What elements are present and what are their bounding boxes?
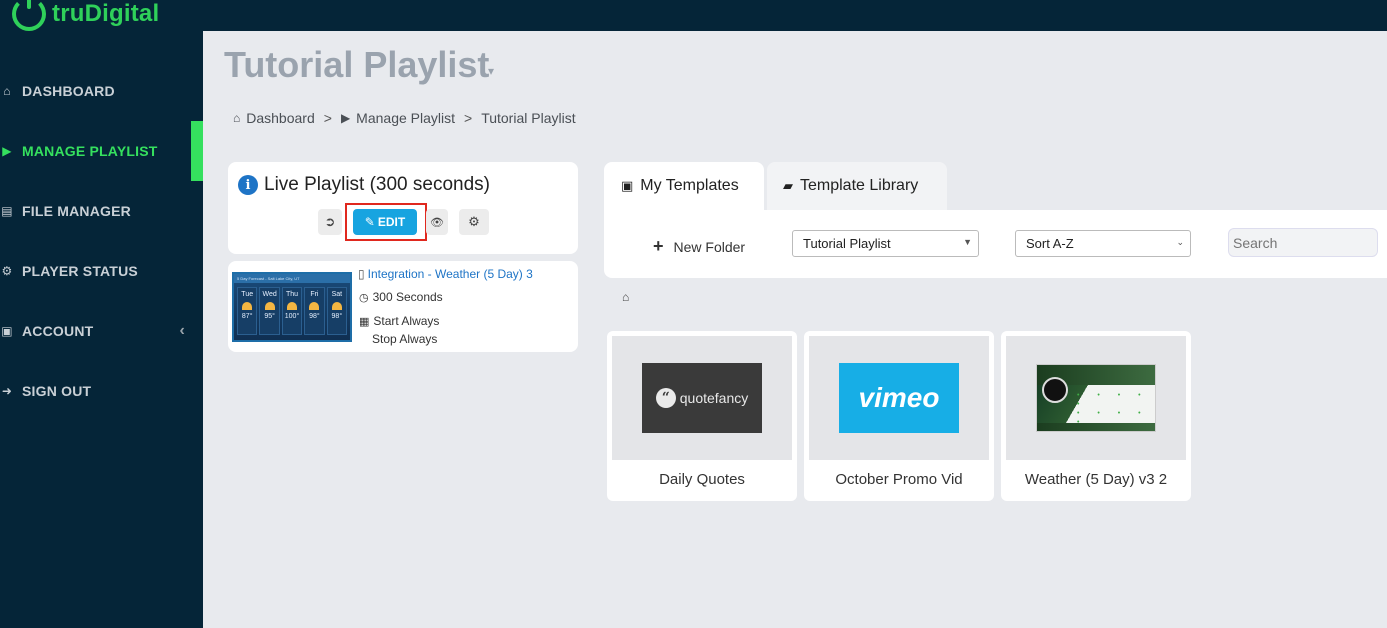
book-icon: ▰ [783, 178, 793, 193]
brand-name: truDigital [52, 0, 160, 27]
top-bar: truDigital [0, 0, 1387, 31]
template-tile-weather[interactable]: • • • • •• • • • • Weather (5 Day) v3 2 [1001, 331, 1191, 501]
playlist-item-thumbnail[interactable]: 5 Day Forecast - Salt Lake City, UT Tue 8… [232, 272, 352, 342]
forecast-day: Sat 98° [326, 287, 348, 335]
playlist-item-duration: ◷ 300 Seconds [359, 290, 443, 304]
playlist-item-start: ▦ Start Always [359, 314, 440, 328]
chevron-down-icon: ⌄ [1176, 237, 1184, 247]
live-playlist-card: i Live Playlist (300 seconds) ➲ ✎ EDIT 👁… [228, 162, 578, 254]
home-icon: ⌂ [233, 111, 241, 125]
tab-label: My Templates [640, 177, 739, 194]
back-icon: ➲ [324, 214, 336, 229]
sidebar-item-file-manager[interactable]: ▤ FILE MANAGER [0, 181, 203, 241]
thumbnail-header: 5 Day Forecast - Salt Lake City, UT [234, 274, 350, 283]
playlist-item-title-link[interactable]: ▯ Integration - Weather (5 Day) 3 [358, 267, 533, 281]
sun-icon [242, 302, 253, 310]
sun-icon [287, 302, 298, 310]
sort-select[interactable]: Sort A-Z ⌄ [1015, 230, 1191, 257]
clock-icon: ◷ [359, 291, 369, 304]
forecast-day: Tue 87° [237, 287, 258, 335]
new-folder-label: New Folder [673, 238, 746, 255]
sidebar-item-label: MANAGE PLAYLIST [22, 143, 158, 159]
gears-icon: ⚙ [468, 214, 480, 229]
sidebar-item-player-status[interactable]: ⚙ PLAYER STATUS [0, 241, 203, 301]
file-icon: ▤ [1, 204, 13, 218]
sun-icon [331, 302, 342, 310]
file-icon: ▯ [358, 267, 365, 281]
sidebar-item-manage-playlist[interactable]: ▶ MANAGE PLAYLIST [0, 121, 203, 181]
folder-select[interactable]: Tutorial Playlist ▼ [792, 230, 979, 257]
live-playlist-title-text: Live Playlist (300 seconds) [264, 174, 490, 195]
plus-icon: + [653, 236, 664, 256]
folder-home-icon[interactable]: ⌂ [622, 290, 629, 304]
template-thumbnail-area: • • • • •• • • • • [1006, 336, 1186, 460]
play-icon: ▶ [2, 144, 12, 158]
edit-label: EDIT [377, 215, 406, 229]
settings-button[interactable]: ⚙ [459, 209, 489, 235]
caret-down-icon[interactable]: ▾ [488, 64, 494, 78]
quotefancy-logo: “ quotefancy [642, 363, 762, 433]
forecast-day: Thu 100° [281, 287, 303, 335]
breadcrumb: ⌂ Dashboard > ▶ Manage Playlist > Tutori… [233, 110, 576, 126]
sidebar-item-label: FILE MANAGER [22, 203, 131, 219]
template-thumbnail-area: “ quotefancy [612, 336, 792, 460]
playlist-item-title: Integration - Weather (5 Day) 3 [367, 267, 533, 281]
sidebar-item-label: DASHBOARD [22, 83, 115, 99]
preview-button[interactable]: 👁 [426, 209, 448, 235]
chevron-left-icon[interactable]: ‹ [179, 322, 185, 340]
forecast-day: Fri 98° [304, 287, 325, 335]
edit-icon: ✎ [364, 215, 375, 229]
back-button[interactable]: ➲ [318, 209, 342, 235]
breadcrumb-manage-playlist[interactable]: Manage Playlist [356, 110, 455, 126]
sidebar-item-label: ACCOUNT [22, 323, 94, 339]
playlist-item-card: 5 Day Forecast - Salt Lake City, UT Tue 8… [228, 261, 578, 352]
play-icon: ▶ [340, 111, 351, 125]
brand-logo[interactable]: truDigital [12, 0, 159, 32]
templates-toolbar: + New Folder Tutorial Playlist ▼ Sort A-… [604, 210, 1387, 278]
template-label: Weather (5 Day) v3 2 [1024, 471, 1168, 488]
calendar-icon: ▦ [359, 315, 370, 328]
sidebar-item-account[interactable]: ▣ ACCOUNT ‹ [0, 301, 203, 361]
template-tile-october-promo[interactable]: vimeo October Promo Vid [804, 331, 994, 501]
vimeo-logo: vimeo [839, 363, 959, 433]
playlist-item-stop: Stop Always [372, 332, 438, 346]
template-tile-daily-quotes[interactable]: “ quotefancy Daily Quotes [607, 331, 797, 501]
power-icon [12, 0, 46, 31]
breadcrumb-separator: > [323, 110, 332, 126]
forecast-day: Wed 95° [259, 287, 280, 335]
template-label: October Promo Vid [835, 471, 963, 488]
tab-template-library[interactable]: ▰ Template Library [767, 162, 947, 210]
sign-out-icon: ➜ [1, 384, 13, 398]
template-thumbnail-area: vimeo [809, 336, 989, 460]
cogs-icon: ⚙ [1, 264, 13, 278]
breadcrumb-dashboard[interactable]: Dashboard [246, 110, 315, 126]
template-label: Daily Quotes [659, 471, 745, 488]
breadcrumb-current: Tutorial Playlist [481, 110, 576, 126]
sidebar: ⌂ DASHBOARD ▶ MANAGE PLAYLIST ▤ FILE MAN… [0, 31, 203, 628]
sun-icon [264, 302, 275, 310]
tab-label: Template Library [800, 177, 919, 194]
page-title[interactable]: Tutorial Playlist [224, 44, 489, 86]
home-icon: ⌂ [3, 84, 11, 98]
sun-icon [309, 302, 320, 310]
caret-down-icon: ▼ [963, 237, 972, 247]
new-folder-button[interactable]: + New Folder [653, 236, 745, 257]
briefcase-icon: ▣ [1, 324, 13, 338]
sidebar-item-label: SIGN OUT [22, 383, 92, 399]
tab-my-templates[interactable]: ▣ My Templates [604, 162, 764, 210]
edit-button[interactable]: ✎ EDIT [353, 209, 417, 235]
sidebar-item-dashboard[interactable]: ⌂ DASHBOARD [0, 61, 203, 121]
briefcase-icon: ▣ [621, 178, 634, 193]
search-input[interactable] [1228, 228, 1378, 257]
info-icon: i [238, 175, 258, 195]
sidebar-item-label: PLAYER STATUS [22, 263, 138, 279]
live-playlist-title: i Live Playlist (300 seconds) [238, 174, 490, 196]
breadcrumb-separator: > [464, 110, 473, 126]
weather-thumbnail: • • • • •• • • • • [1036, 364, 1156, 432]
quote-icon: “ [655, 388, 676, 408]
eye-icon: 👁 [430, 216, 444, 229]
sidebar-item-sign-out[interactable]: ➜ SIGN OUT [0, 361, 203, 421]
weather-icon [1042, 377, 1068, 403]
